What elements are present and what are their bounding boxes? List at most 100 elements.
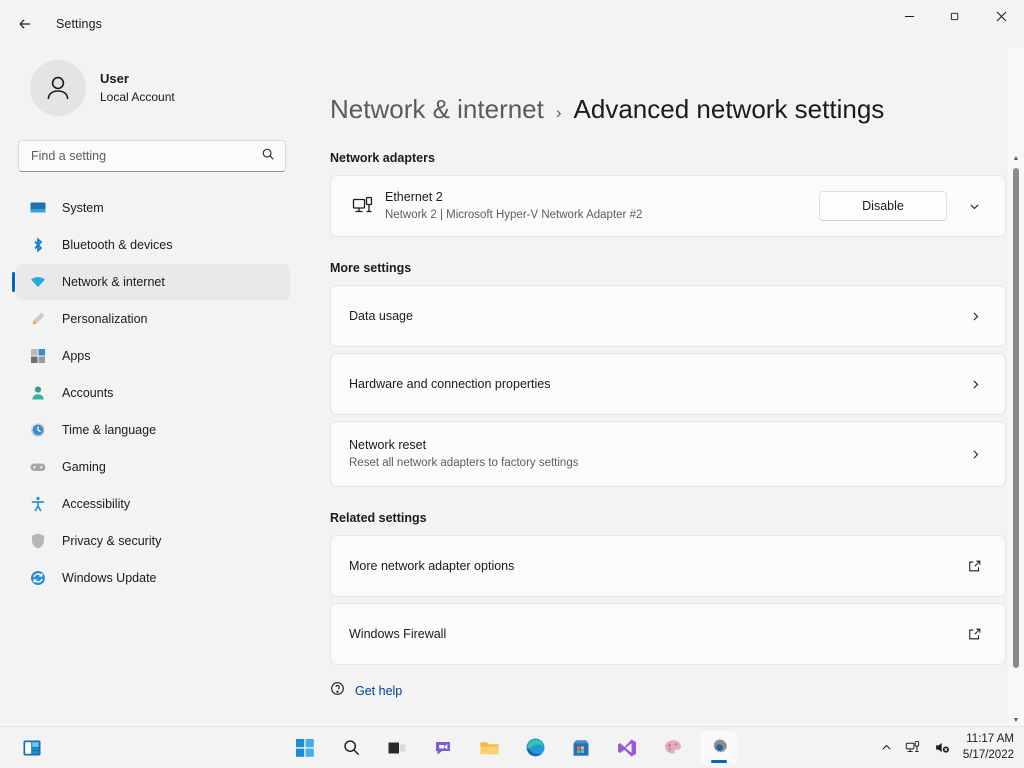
system-tray: 11:17 AM 5/17/2022: [880, 732, 1014, 763]
sidebar-item-label: Accounts: [62, 386, 114, 400]
chevron-down-icon[interactable]: [959, 191, 989, 221]
get-help-link[interactable]: Get help: [330, 681, 1008, 701]
row-title: Windows Firewall: [349, 626, 447, 641]
speaker-muted-icon[interactable]: [934, 739, 951, 756]
taskbar-items: [287, 730, 737, 765]
paintbrush-icon: [28, 309, 48, 329]
search-box[interactable]: [18, 140, 286, 172]
taskbar-paint-button[interactable]: [655, 731, 691, 765]
row-texts: More network adapter options: [347, 557, 961, 576]
title-bar: Settings: [0, 0, 1024, 48]
row-title: Data usage: [349, 308, 413, 323]
taskbar-left: [14, 731, 50, 765]
settings-row-windows-firewall[interactable]: Windows Firewall: [330, 603, 1006, 665]
taskbar-visual-studio-button[interactable]: [609, 731, 645, 765]
close-button[interactable]: [978, 0, 1024, 32]
settings-page: Network & internet › Advanced network se…: [306, 48, 1008, 726]
row-texts: Windows Firewall: [347, 625, 961, 644]
settings-row-data-usage[interactable]: Data usage: [330, 285, 1006, 347]
taskbar-file-explorer-button[interactable]: [471, 731, 507, 765]
taskbar-microsoft-store-button[interactable]: [563, 731, 599, 765]
sidebar-item-label: Privacy & security: [62, 534, 162, 548]
settings-row-network-reset[interactable]: Network reset Reset all network adapters…: [330, 421, 1006, 487]
clock-date: 5/17/2022: [962, 748, 1014, 761]
maximize-button[interactable]: [932, 0, 978, 32]
sidebar-item-bluetooth-devices[interactable]: Bluetooth & devices: [16, 227, 290, 263]
row-title: More network adapter options: [349, 558, 515, 573]
apps-icon: [28, 346, 48, 366]
app-title: Settings: [56, 17, 102, 31]
sidebar-item-accounts[interactable]: Accounts: [16, 375, 290, 411]
taskbar-search-button[interactable]: [333, 731, 369, 765]
section-title-related-settings: Related settings: [330, 511, 427, 525]
adapter-subtitle: Network 2 | Microsoft Hyper-V Network Ad…: [385, 208, 643, 221]
sidebar-item-system[interactable]: System: [16, 190, 290, 226]
sidebar-item-windows-update[interactable]: Windows Update: [16, 560, 290, 596]
network-adapter-card[interactable]: Ethernet 2 Network 2 | Microsoft Hyper-V…: [330, 175, 1006, 237]
chevron-right-icon: [961, 310, 989, 323]
sidebar-item-gaming[interactable]: Gaming: [16, 449, 290, 485]
row-title: Hardware and connection properties: [349, 376, 551, 391]
vertical-scrollbar[interactable]: ▲ ▼: [1008, 48, 1024, 726]
taskbar-settings-button[interactable]: [701, 730, 737, 765]
minimize-button[interactable]: [886, 0, 932, 32]
sidebar-item-accessibility[interactable]: Accessibility: [16, 486, 290, 522]
gamepad-icon: [28, 457, 48, 477]
sidebar-item-label: Apps: [62, 349, 91, 363]
body: User Local Account System: [0, 48, 1024, 726]
row-texts: Network reset Reset all network adapters…: [347, 436, 961, 472]
sidebar-nav: System Bluetooth & devices Network & int…: [12, 190, 290, 596]
breadcrumb-parent[interactable]: Network & internet: [330, 94, 544, 125]
help-icon: [330, 681, 345, 701]
taskbar-chat-button[interactable]: [425, 731, 461, 765]
sidebar-item-label: Bluetooth & devices: [62, 238, 173, 252]
sidebar-item-network-internet[interactable]: Network & internet: [12, 264, 290, 300]
clock-time: 11:17 AM: [966, 732, 1014, 745]
account-block[interactable]: User Local Account: [16, 48, 290, 122]
ethernet-adapter-icon: [347, 194, 379, 218]
ethernet-tray-icon[interactable]: [905, 739, 922, 756]
search-input[interactable]: [31, 149, 261, 163]
wifi-icon: [28, 272, 48, 292]
accounts-icon: [28, 383, 48, 403]
adapter-texts: Ethernet 2 Network 2 | Microsoft Hyper-V…: [385, 188, 819, 224]
widgets-icon[interactable]: [14, 731, 50, 765]
scroll-up-arrow-icon[interactable]: ▲: [1013, 152, 1020, 164]
row-title: Network reset: [349, 438, 427, 452]
account-name: User: [100, 70, 129, 86]
bluetooth-icon: [28, 235, 48, 255]
sidebar-item-privacy-security[interactable]: Privacy & security: [16, 523, 290, 559]
taskbar: 11:17 AM 5/17/2022: [0, 726, 1024, 768]
sidebar: User Local Account System: [0, 48, 306, 726]
scrollbar-track[interactable]: [1013, 164, 1019, 714]
sidebar-item-personalization[interactable]: Personalization: [16, 301, 290, 337]
scroll-down-arrow-icon[interactable]: ▼: [1013, 714, 1020, 726]
back-button[interactable]: [8, 7, 42, 41]
taskbar-start-button[interactable]: [287, 731, 323, 765]
taskbar-clock[interactable]: 11:17 AM 5/17/2022: [963, 732, 1014, 763]
sidebar-item-label: Gaming: [62, 460, 106, 474]
breadcrumb: Network & internet › Advanced network se…: [330, 48, 1008, 151]
settings-window: Settings User Local Account Find a setti…: [0, 0, 1024, 726]
settings-row-hardware-connection-properties[interactable]: Hardware and connection properties: [330, 353, 1006, 415]
section-title-more-settings: More settings: [330, 261, 412, 275]
row-texts: Data usage: [347, 307, 961, 326]
breadcrumb-separator: ›: [555, 103, 562, 122]
disable-button[interactable]: Disable: [819, 191, 947, 221]
chevron-up-icon[interactable]: [880, 741, 893, 754]
taskbar-task-view-button[interactable]: [379, 731, 415, 765]
chevron-right-icon: [961, 448, 989, 461]
scrollbar-thumb[interactable]: [1013, 168, 1019, 668]
avatar: [30, 60, 86, 116]
account-type: Local Account: [100, 89, 175, 104]
taskbar-edge-button[interactable]: [517, 731, 553, 765]
sidebar-item-time-language[interactable]: Time & language: [16, 412, 290, 448]
clock-icon: [28, 420, 48, 440]
get-help-label: Get help: [355, 684, 403, 698]
account-texts: User Local Account: [100, 70, 175, 106]
adapter-name: Ethernet 2: [385, 190, 443, 204]
settings-row-more-network-adapter-options[interactable]: More network adapter options: [330, 535, 1006, 597]
sidebar-item-apps[interactable]: Apps: [16, 338, 290, 374]
sidebar-item-label: System: [62, 201, 104, 215]
row-subtitle: Reset all network adapters to factory se…: [349, 456, 579, 469]
